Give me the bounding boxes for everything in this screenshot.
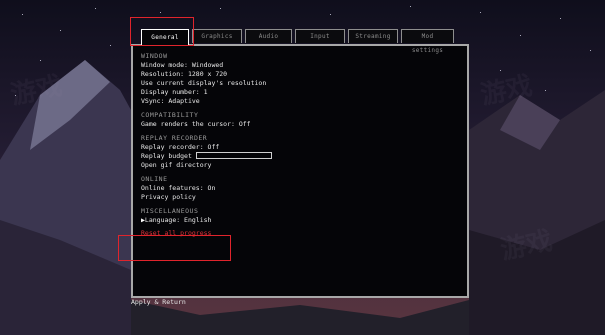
- display-number-option[interactable]: Display number: 1: [141, 88, 461, 97]
- section-heading-miscellaneous: MISCELLANEOUS: [141, 207, 199, 215]
- tab-audio[interactable]: Audio: [245, 29, 292, 43]
- use-current-resolution-button[interactable]: Use current display's resolution: [141, 79, 461, 88]
- settings-content: WINDOW Window mode: Windowed Resolution:…: [141, 52, 461, 238]
- highlight-box-misc-language: [118, 235, 231, 261]
- window-mode-option[interactable]: Window mode: Windowed: [141, 61, 461, 70]
- replay-budget-slider[interactable]: [195, 151, 272, 159]
- online-features-option[interactable]: Online features: On: [141, 184, 461, 193]
- tab-streaming[interactable]: Streaming: [348, 29, 398, 43]
- replay-budget-label: Replay budget: [141, 152, 192, 160]
- replay-recorder-option[interactable]: Replay recorder: Off: [141, 143, 461, 152]
- highlight-box-general-tab: [130, 17, 194, 46]
- vsync-option[interactable]: VSync: Adaptive: [141, 97, 461, 106]
- section-heading-online: ONLINE: [141, 175, 168, 183]
- open-gif-directory-button[interactable]: Open gif directory: [141, 161, 461, 170]
- section-heading-replay: REPLAY RECORDER: [141, 134, 208, 142]
- resolution-option[interactable]: Resolution: 1280 x 720: [141, 70, 461, 79]
- tab-mod-settings[interactable]: Mod settings: [401, 29, 454, 54]
- privacy-policy-link[interactable]: Privacy policy: [141, 193, 461, 202]
- tab-input[interactable]: Input: [295, 29, 345, 43]
- section-heading-compatibility: COMPATIBILITY: [141, 111, 199, 119]
- language-option[interactable]: ▶Language: English: [141, 216, 461, 225]
- replay-budget-option[interactable]: Replay budget: [141, 151, 461, 161]
- section-heading-window: WINDOW: [141, 52, 168, 60]
- cursor-render-option[interactable]: Game renders the cursor: Off: [141, 120, 461, 129]
- tab-graphics[interactable]: Graphics: [192, 29, 242, 43]
- apply-return-button[interactable]: Apply & Return: [131, 298, 186, 306]
- language-label: Language: English: [144, 216, 212, 224]
